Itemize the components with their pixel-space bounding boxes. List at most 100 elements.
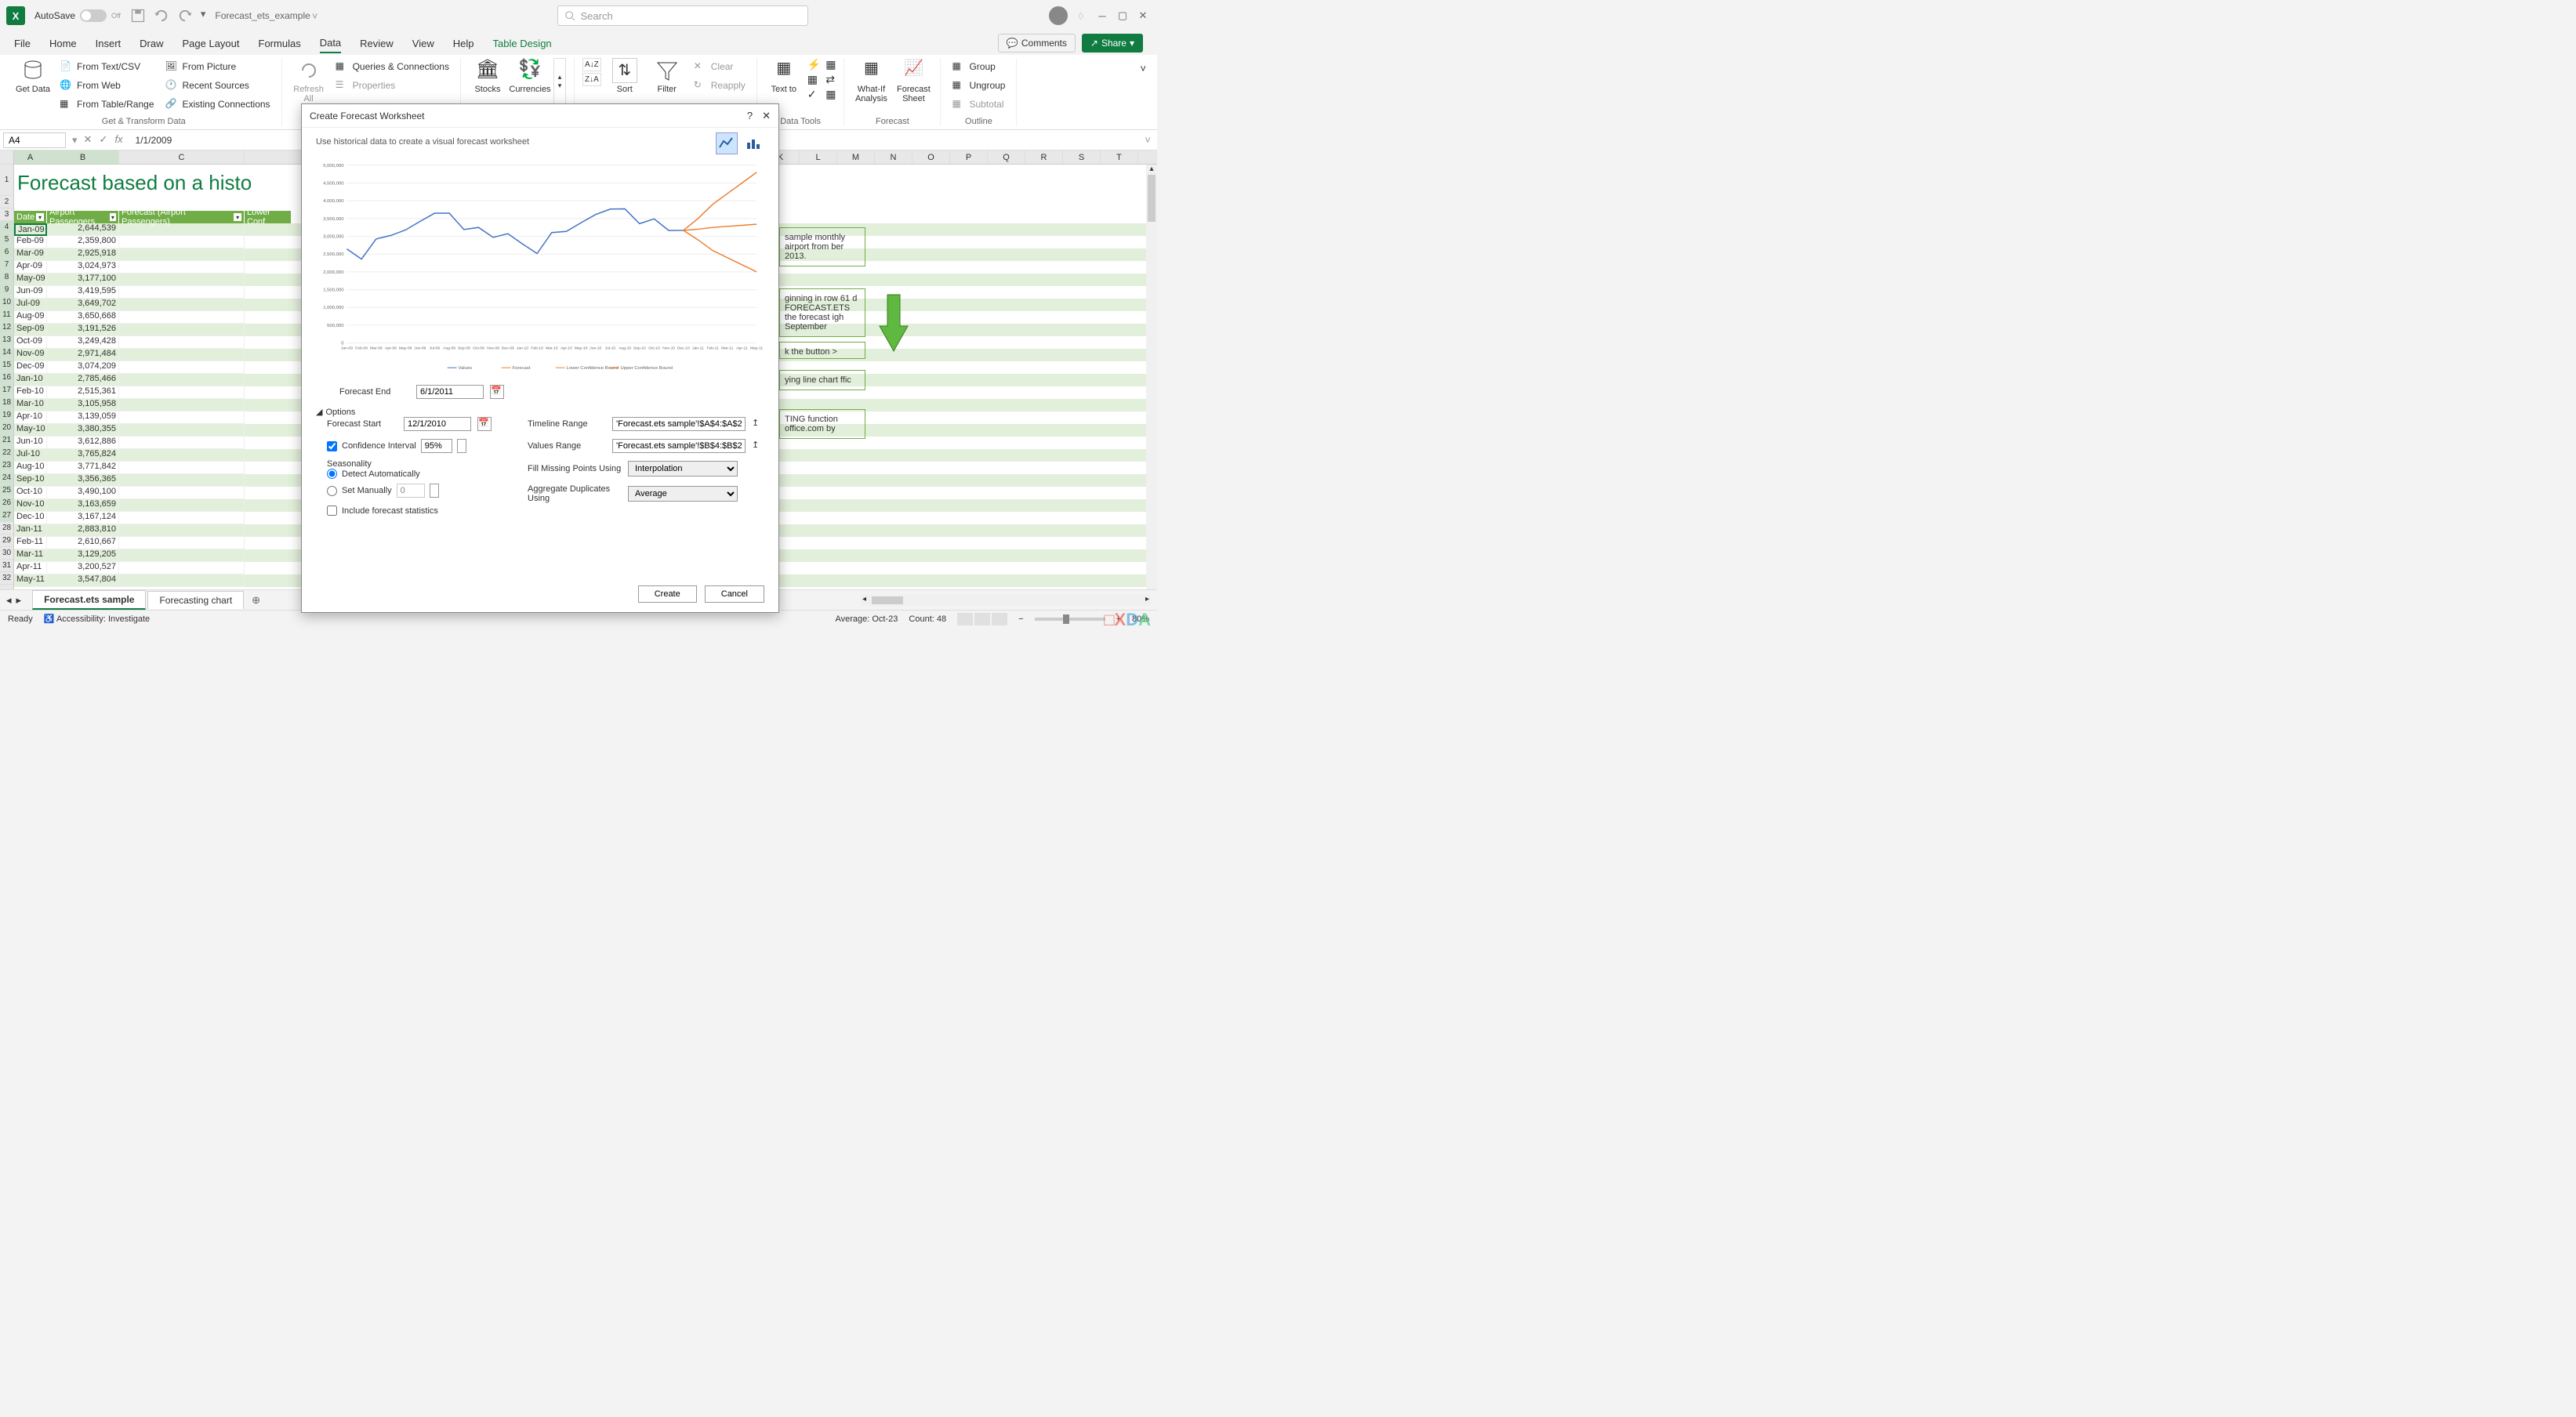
row-header[interactable]: 22 bbox=[0, 447, 13, 459]
col-header[interactable]: A bbox=[14, 150, 47, 164]
row-header[interactable]: 13 bbox=[0, 334, 13, 346]
dialog-help-button[interactable]: ? bbox=[747, 110, 753, 122]
date-cell[interactable]: Apr-10 bbox=[14, 411, 47, 424]
flash-fill-button[interactable]: ⚡ bbox=[807, 58, 821, 71]
autosave-control[interactable]: AutoSave Off bbox=[34, 9, 121, 22]
tab-data[interactable]: Data bbox=[320, 34, 341, 53]
scrollbar-thumb[interactable] bbox=[1148, 175, 1156, 222]
value-cell[interactable]: 3,612,886 bbox=[47, 437, 119, 449]
value-cell[interactable]: 2,644,539 bbox=[47, 223, 119, 236]
group-button[interactable]: ▦Group bbox=[949, 58, 1008, 75]
consolidate-button[interactable]: ▦ bbox=[825, 58, 836, 71]
filter-button[interactable]: Filter bbox=[648, 58, 686, 94]
value-cell[interactable]: 2,610,667 bbox=[47, 537, 119, 549]
tab-file[interactable]: File bbox=[14, 34, 31, 53]
filter-dropdown-icon[interactable]: ▾ bbox=[36, 213, 44, 221]
value-cell[interactable]: 3,765,824 bbox=[47, 449, 119, 462]
spinner-control[interactable] bbox=[430, 484, 439, 498]
table-header-cell[interactable]: Date▾ bbox=[14, 211, 47, 223]
ungroup-button[interactable]: ▦Ungroup bbox=[949, 77, 1008, 94]
column-chart-type-button[interactable] bbox=[742, 132, 764, 154]
set-manually-radio[interactable]: Set Manually bbox=[327, 484, 496, 498]
zoom-slider[interactable] bbox=[1035, 618, 1105, 621]
row-header[interactable]: 21 bbox=[0, 434, 13, 447]
value-cell[interactable]: 2,515,361 bbox=[47, 386, 119, 399]
line-chart-type-button[interactable] bbox=[716, 132, 738, 154]
forecast-cell[interactable] bbox=[119, 524, 245, 537]
row-header[interactable]: 31 bbox=[0, 560, 13, 572]
row-header[interactable]: 1 bbox=[0, 165, 13, 196]
date-cell[interactable]: Feb-10 bbox=[14, 386, 47, 399]
value-cell[interactable]: 2,359,800 bbox=[47, 236, 119, 248]
enter-formula-icon[interactable]: ✓ bbox=[100, 133, 114, 147]
value-cell[interactable]: 3,490,100 bbox=[47, 487, 119, 499]
date-cell[interactable]: Jul-09 bbox=[14, 299, 47, 311]
refresh-all-button[interactable]: Refresh All bbox=[290, 58, 328, 103]
value-cell[interactable]: 3,200,527 bbox=[47, 562, 119, 574]
row-header[interactable]: 26 bbox=[0, 497, 13, 509]
date-cell[interactable]: Apr-11 bbox=[14, 562, 47, 574]
date-cell[interactable]: Jul-10 bbox=[14, 449, 47, 462]
scroll-left-icon[interactable]: ◂ bbox=[862, 595, 866, 603]
forecast-end-input[interactable] bbox=[416, 385, 484, 399]
value-cell[interactable]: 3,419,595 bbox=[47, 286, 119, 299]
checkbox-input[interactable] bbox=[327, 441, 337, 451]
row-header[interactable]: 15 bbox=[0, 359, 13, 371]
timeline-range-input[interactable] bbox=[612, 417, 746, 431]
filter-dropdown-icon[interactable]: ▾ bbox=[234, 213, 241, 221]
scrollbar-thumb[interactable] bbox=[872, 596, 903, 604]
row-header[interactable]: 27 bbox=[0, 509, 13, 522]
col-header[interactable]: N bbox=[875, 150, 912, 164]
row-header[interactable]: 5 bbox=[0, 234, 13, 246]
tab-table-design[interactable]: Table Design bbox=[493, 34, 552, 53]
value-cell[interactable]: 3,650,668 bbox=[47, 311, 119, 324]
forecast-cell[interactable] bbox=[119, 437, 245, 449]
value-cell[interactable]: 3,163,659 bbox=[47, 499, 119, 512]
date-picker-button[interactable]: 📅 bbox=[477, 417, 492, 431]
filter-dropdown-icon[interactable]: ▾ bbox=[110, 213, 116, 221]
forecast-start-input[interactable] bbox=[404, 417, 471, 431]
date-picker-button[interactable]: 📅 bbox=[490, 385, 504, 399]
create-button[interactable]: Create bbox=[638, 585, 697, 603]
radio-input[interactable] bbox=[327, 469, 337, 479]
date-cell[interactable]: Nov-10 bbox=[14, 499, 47, 512]
date-cell[interactable]: Jun-09 bbox=[14, 286, 47, 299]
forecast-cell[interactable] bbox=[119, 512, 245, 524]
date-cell[interactable]: Mar-09 bbox=[14, 248, 47, 261]
row-header[interactable]: 11 bbox=[0, 309, 13, 321]
text-to-columns-button[interactable]: ▦Text to bbox=[765, 58, 803, 94]
row-header[interactable]: 25 bbox=[0, 484, 13, 497]
col-header[interactable]: Q bbox=[988, 150, 1025, 164]
sheet-nav-prev-icon[interactable]: ◂ bbox=[6, 594, 12, 607]
date-cell[interactable]: May-10 bbox=[14, 424, 47, 437]
date-cell[interactable]: Sep-09 bbox=[14, 324, 47, 336]
row-header[interactable]: 3 bbox=[0, 208, 13, 221]
row-header[interactable]: 9 bbox=[0, 284, 13, 296]
value-cell[interactable]: 3,249,428 bbox=[47, 336, 119, 349]
col-header[interactable]: L bbox=[800, 150, 837, 164]
date-cell[interactable]: Jan-11 bbox=[14, 524, 47, 537]
forecast-cell[interactable] bbox=[119, 399, 245, 411]
forecast-cell[interactable] bbox=[119, 424, 245, 437]
row-header[interactable]: 2 bbox=[0, 196, 13, 208]
date-cell[interactable]: Feb-09 bbox=[14, 236, 47, 248]
fx-icon[interactable]: fx bbox=[115, 133, 129, 147]
forecast-cell[interactable] bbox=[119, 549, 245, 562]
forecast-cell[interactable] bbox=[119, 499, 245, 512]
forecast-cell[interactable] bbox=[119, 411, 245, 424]
table-header-cell[interactable]: Forecast (Airport Passengers)▾ bbox=[119, 211, 245, 223]
col-header[interactable]: R bbox=[1025, 150, 1063, 164]
tab-review[interactable]: Review bbox=[360, 34, 394, 53]
currencies-button[interactable]: 💱Currencies bbox=[511, 58, 549, 94]
date-cell[interactable]: Mar-11 bbox=[14, 549, 47, 562]
value-cell[interactable]: 3,356,365 bbox=[47, 474, 119, 487]
get-data-button[interactable]: Get Data bbox=[14, 58, 52, 94]
scroll-right-icon[interactable]: ▸ bbox=[1145, 595, 1149, 603]
save-icon[interactable] bbox=[130, 8, 146, 24]
date-cell[interactable]: Dec-10 bbox=[14, 512, 47, 524]
date-cell[interactable]: Jan-10 bbox=[14, 374, 47, 386]
existing-connections-button[interactable]: 🔗Existing Connections bbox=[162, 96, 274, 113]
forecast-cell[interactable] bbox=[119, 537, 245, 549]
properties-button[interactable]: ☰Properties bbox=[332, 77, 452, 94]
qat-dropdown-icon[interactable]: ▾ bbox=[201, 8, 206, 24]
